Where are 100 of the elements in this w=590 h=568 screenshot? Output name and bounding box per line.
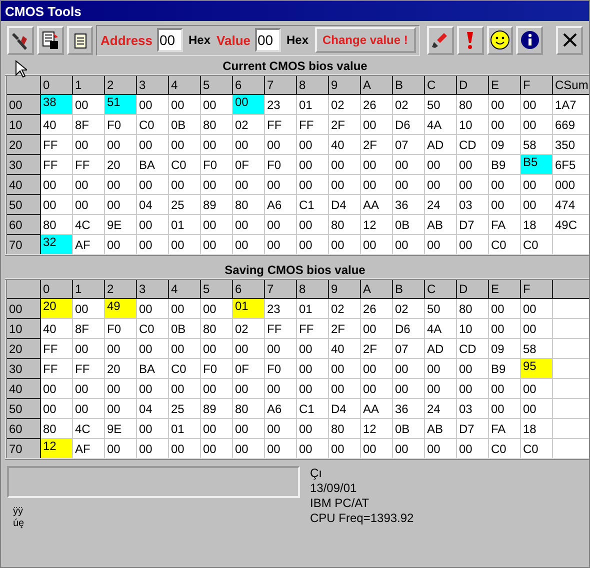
table-cell[interactable]: 20: [40, 298, 72, 318]
table-cell[interactable]: 00: [296, 338, 328, 358]
table-cell[interactable]: 00: [328, 234, 360, 255]
new-button[interactable]: [66, 26, 94, 54]
info-button[interactable]: [516, 26, 544, 54]
table-cell[interactable]: 36: [392, 194, 424, 214]
table-cell[interactable]: 00: [200, 298, 232, 318]
table-cell[interactable]: C0: [520, 438, 552, 459]
table-cell[interactable]: 09: [488, 134, 520, 154]
table-cell[interactable]: 00: [456, 378, 488, 398]
table-cell[interactable]: 0B: [168, 318, 200, 338]
table-cell[interactable]: 00: [296, 134, 328, 154]
table-cell[interactable]: 669: [552, 114, 589, 134]
table-cell[interactable]: 00: [40, 398, 72, 418]
table-cell[interactable]: 474: [552, 194, 589, 214]
table-cell[interactable]: 80: [456, 298, 488, 318]
table-cell[interactable]: 00: [168, 378, 200, 398]
table-cell[interactable]: 8F: [72, 318, 104, 338]
table-cell[interactable]: 00: [200, 338, 232, 358]
table-cell[interactable]: 00: [136, 378, 168, 398]
table-cell[interactable]: 00: [136, 418, 168, 438]
table-cell[interactable]: 58: [520, 338, 552, 358]
table-cell[interactable]: 00: [296, 234, 328, 255]
table-cell[interactable]: CD: [456, 338, 488, 358]
table-cell[interactable]: D4: [328, 194, 360, 214]
table-cell[interactable]: 03: [456, 398, 488, 418]
table-cell[interactable]: AF: [72, 438, 104, 459]
table-cell[interactable]: 00: [104, 438, 136, 459]
table-cell[interactable]: 000: [552, 174, 589, 194]
table-cell[interactable]: 36: [392, 398, 424, 418]
table-cell[interactable]: D7: [456, 418, 488, 438]
table-cell[interactable]: 40: [328, 338, 360, 358]
table-cell[interactable]: 00: [424, 174, 456, 194]
table-cell[interactable]: 00: [200, 214, 232, 234]
table-cell[interactable]: 00: [232, 438, 264, 459]
table-cell[interactable]: 00: [232, 134, 264, 154]
table-cell[interactable]: 01: [168, 418, 200, 438]
table-cell[interactable]: 00: [296, 174, 328, 194]
table-cell[interactable]: 00: [328, 358, 360, 378]
table-cell[interactable]: 00: [520, 398, 552, 418]
table-cell[interactable]: 00: [200, 418, 232, 438]
table-cell[interactable]: 00: [136, 174, 168, 194]
table-cell[interactable]: FF: [72, 154, 104, 174]
table-cell[interactable]: AD: [424, 338, 456, 358]
table-cell[interactable]: 40: [40, 114, 72, 134]
table-cell[interactable]: AB: [424, 214, 456, 234]
table-cell[interactable]: 2F: [360, 338, 392, 358]
table-cell[interactable]: AD: [424, 134, 456, 154]
table-cell[interactable]: 00: [264, 418, 296, 438]
table-cell[interactable]: 01: [232, 298, 264, 318]
table-cell[interactable]: 00: [488, 194, 520, 214]
table-cell[interactable]: 350: [552, 134, 589, 154]
table-cell[interactable]: 00: [168, 174, 200, 194]
table-cell[interactable]: 00: [424, 234, 456, 255]
table-cell[interactable]: 00: [360, 378, 392, 398]
table-cell[interactable]: 00: [168, 94, 200, 114]
save-button[interactable]: [36, 26, 64, 54]
table-cell[interactable]: 00: [360, 358, 392, 378]
table-cell[interactable]: 00: [360, 318, 392, 338]
address-field[interactable]: 00: [156, 28, 183, 52]
table-cell[interactable]: 00: [104, 234, 136, 255]
table-cell[interactable]: 80: [456, 94, 488, 114]
table-cell[interactable]: 00: [392, 378, 424, 398]
table-cell[interactable]: 0B: [168, 114, 200, 134]
table-cell[interactable]: 00: [200, 438, 232, 459]
table-cell[interactable]: 00: [520, 114, 552, 134]
table-cell[interactable]: 00: [72, 338, 104, 358]
table-cell[interactable]: 00: [392, 438, 424, 459]
table-cell[interactable]: 26: [360, 298, 392, 318]
table-cell[interactable]: 01: [296, 298, 328, 318]
table-cell[interactable]: C0: [168, 358, 200, 378]
table-cell[interactable]: 00: [488, 378, 520, 398]
table-cell[interactable]: 00: [136, 94, 168, 114]
table-cell[interactable]: FF: [40, 154, 72, 174]
table-cell[interactable]: D6: [392, 114, 424, 134]
table-cell[interactable]: 00: [296, 418, 328, 438]
table-cell[interactable]: 00: [232, 418, 264, 438]
table-cell[interactable]: 20: [104, 154, 136, 174]
table-cell[interactable]: 04: [136, 398, 168, 418]
table-cell[interactable]: 00: [72, 398, 104, 418]
table-cell[interactable]: 89: [200, 398, 232, 418]
table-cell[interactable]: 00: [392, 174, 424, 194]
close-button[interactable]: [556, 26, 584, 54]
table-cell[interactable]: 24: [424, 398, 456, 418]
table-cell[interactable]: 02: [328, 94, 360, 114]
table-cell[interactable]: 0F: [232, 154, 264, 174]
table-cell[interactable]: FA: [488, 418, 520, 438]
table-cell[interactable]: 00: [328, 378, 360, 398]
table-cell[interactable]: 00: [264, 438, 296, 459]
table-cell[interactable]: 00: [40, 378, 72, 398]
table-cell[interactable]: 00: [424, 358, 456, 378]
table-cell[interactable]: 00: [360, 174, 392, 194]
table-cell[interactable]: 00: [488, 114, 520, 134]
table-cell[interactable]: 0B: [392, 214, 424, 234]
table-cell[interactable]: 00: [168, 234, 200, 255]
table-cell[interactable]: A6: [264, 398, 296, 418]
table-cell[interactable]: 00: [104, 398, 136, 418]
table-cell[interactable]: 23: [264, 94, 296, 114]
table-cell[interactable]: C1: [296, 398, 328, 418]
table-cell[interactable]: 00: [424, 438, 456, 459]
